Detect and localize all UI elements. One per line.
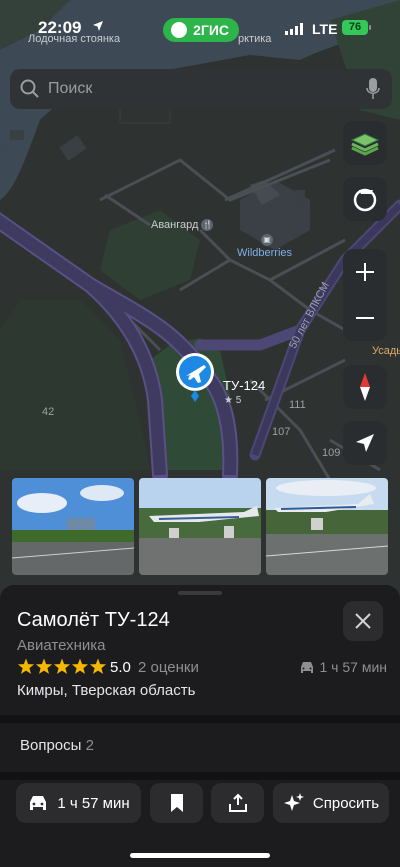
rating-row[interactable]: 5.0 2 оценки 1 ч 57 мин <box>17 658 387 678</box>
layers-button[interactable] <box>343 121 387 165</box>
map-label-avangard[interactable]: Авангард 🍴 <box>151 219 214 232</box>
house-number-107: 107 <box>272 426 291 438</box>
ask-button[interactable]: Спросить <box>273 783 389 823</box>
network-type: LTE <box>312 21 338 37</box>
close-button[interactable] <box>343 601 383 641</box>
poi-icon: 🍴 <box>201 219 214 232</box>
house-number-109: 109 <box>322 447 341 459</box>
sheet-grabber[interactable] <box>178 591 222 595</box>
action-bar: 1 ч 57 мин Спросить <box>0 783 400 825</box>
signal-icon <box>285 23 303 35</box>
photo-airplane-image <box>139 478 261 575</box>
star-icon <box>17 658 35 674</box>
photo-airplane-image <box>266 478 388 575</box>
location-arrow-icon <box>356 434 374 452</box>
star-icon <box>53 658 71 674</box>
photo-1[interactable] <box>12 478 134 575</box>
2gis-logo-icon <box>171 22 187 38</box>
house-number-111: 111 <box>289 399 306 411</box>
marker-name: ТУ-124 <box>223 378 266 393</box>
rating-value: 5.0 <box>110 659 131 676</box>
zoom-out-button[interactable] <box>343 295 387 341</box>
battery-icon: 76 <box>342 20 371 35</box>
photo-3[interactable] <box>266 478 388 575</box>
car-icon <box>30 796 47 810</box>
car-icon <box>300 662 313 673</box>
plus-icon <box>356 263 374 281</box>
store-icon: ▣ <box>261 234 273 246</box>
route-button-label: 1 ч 57 мин <box>57 794 130 812</box>
place-address[interactable]: Кимры, Тверская область <box>17 682 195 699</box>
marker-rating: ★ 5 <box>224 395 242 406</box>
map-label-wildberries[interactable]: Wildberries <box>237 247 292 259</box>
house-number-42: 42 <box>42 406 55 418</box>
place-category[interactable]: Авиатехника <box>17 637 105 654</box>
my-location-button[interactable] <box>343 421 387 465</box>
eta-info: 1 ч 57 мин <box>298 659 388 675</box>
route-button[interactable]: 1 ч 57 мин <box>16 783 141 823</box>
photo-strip[interactable] <box>12 478 388 575</box>
bookmark-button[interactable] <box>150 783 203 823</box>
photo-2[interactable] <box>139 478 261 575</box>
status-bar: 22:09 2ГИС LTE 76 <box>0 0 400 56</box>
eta-text: 1 ч 57 мин <box>319 659 388 675</box>
zoom-in-button[interactable] <box>343 249 387 295</box>
zoom-control <box>343 249 387 341</box>
compass-mode-button[interactable] <box>343 177 387 221</box>
ask-button-label: Спросить <box>312 794 380 812</box>
close-icon <box>355 613 371 629</box>
navigator-icon <box>353 188 377 212</box>
share-button[interactable] <box>211 783 264 823</box>
search-bar[interactable] <box>10 69 392 109</box>
airplane-marker-icon <box>176 353 214 402</box>
photo-road-image <box>12 478 134 575</box>
place-card: Самолёт ТУ-124 Авиатехника 5.0 2 оценки … <box>0 585 400 867</box>
rating-stars <box>17 658 107 674</box>
questions-section[interactable]: Вопросы 2 <box>20 737 94 754</box>
compass-button[interactable] <box>343 365 387 409</box>
section-divider <box>0 772 400 780</box>
app-badge[interactable]: 2ГИС <box>163 18 239 42</box>
section-divider <box>0 715 400 723</box>
questions-count: 2 <box>85 737 94 754</box>
location-services-icon <box>93 21 103 31</box>
star-icon <box>71 658 89 674</box>
app-badge-label: 2ГИС <box>193 22 229 38</box>
search-icon <box>20 79 39 98</box>
map-label-usad[interactable]: Усадь <box>372 345 400 357</box>
place-title: Самолёт ТУ-124 <box>17 609 170 631</box>
search-input[interactable] <box>48 69 348 109</box>
star-icon <box>35 658 53 674</box>
questions-label: Вопросы <box>20 737 82 754</box>
home-indicator[interactable] <box>130 853 270 858</box>
map-label-avangard-text: Авангард <box>151 219 199 231</box>
sparkles-icon <box>283 793 304 811</box>
layers-icon <box>350 133 380 156</box>
star-icon <box>89 658 107 674</box>
share-icon <box>228 793 247 812</box>
compass-icon <box>360 373 370 401</box>
minus-icon <box>356 317 374 319</box>
bookmark-icon <box>170 794 183 812</box>
status-time: 22:09 <box>38 18 82 37</box>
place-marker[interactable] <box>174 352 216 404</box>
microphone-icon[interactable] <box>366 78 380 100</box>
rating-count: 2 оценки <box>138 659 199 676</box>
